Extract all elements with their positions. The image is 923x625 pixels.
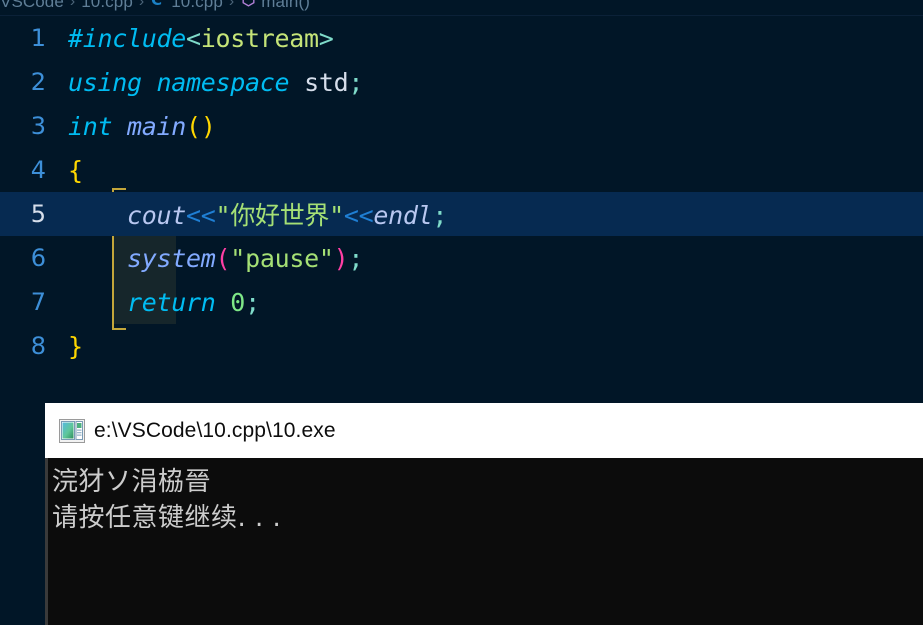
breadcrumb-item-symbol[interactable]: main() — [261, 0, 310, 12]
line-number: 6 — [30, 244, 46, 272]
code-line[interactable]: 8 } — [0, 324, 923, 368]
code-line[interactable]: 6 system("pause"); — [0, 236, 923, 280]
breadcrumb[interactable]: VSCode › 10.cpp › C 10.cpp › main() — [0, 0, 923, 16]
token-semicolon: ; — [348, 243, 364, 273]
token-header-name: iostream — [200, 23, 319, 53]
token-paren-close: ) — [200, 111, 216, 141]
breadcrumb-item-file[interactable]: 10.cpp — [171, 0, 223, 12]
breadcrumb-item-vscode[interactable]: VSCode — [0, 0, 64, 12]
console-window-icon — [59, 418, 85, 443]
token-brace-open: { — [68, 155, 83, 185]
code-line[interactable]: 3 int main() — [0, 104, 923, 148]
line-number: 2 — [30, 68, 46, 96]
token-include-directive: #include — [68, 23, 187, 53]
token-keyword-namespace: namespace — [156, 67, 290, 97]
console-title-bar[interactable]: e:\VSCode\10.cpp\10.exe — [45, 403, 923, 458]
code-lines: 1 #include<iostream> 2 using namespace s… — [0, 16, 923, 368]
code-line[interactable]: 7 return 0; — [0, 280, 923, 324]
method-symbol-icon — [240, 0, 257, 13]
token-variable-cout: cout — [127, 201, 187, 230]
token-keyword-using: using — [68, 67, 142, 97]
line-number: 1 — [30, 24, 46, 52]
token-identifier-std: std — [304, 67, 349, 97]
token-number-zero: 0 — [230, 287, 246, 317]
code-line-text: int main() — [68, 112, 216, 141]
code-line-text: #include<iostream> — [68, 24, 334, 53]
breadcrumb-separator: › — [69, 0, 76, 10]
token-quote-open: " — [215, 201, 231, 230]
line-number: 5 — [30, 200, 46, 228]
code-line[interactable]: 2 using namespace std; — [0, 60, 923, 104]
code-line-text: return 0; — [68, 288, 260, 317]
code-line[interactable]: 4 { — [0, 148, 923, 192]
svg-text:C: C — [151, 0, 162, 8]
token-angle-open: < — [186, 23, 201, 53]
code-line[interactable]: 1 #include<iostream> — [0, 16, 923, 60]
console-window[interactable]: e:\VSCode\10.cpp\10.exe 浣犲ソ涓栛晉 请按任意键继续. … — [45, 403, 923, 625]
token-semicolon: ; — [245, 287, 260, 317]
code-line-text: system("pause"); — [68, 244, 363, 273]
breadcrumb-separator: › — [138, 0, 145, 10]
line-number: 3 — [30, 112, 46, 140]
code-line-text: { — [68, 156, 83, 185]
c-file-icon: C — [150, 0, 167, 13]
token-semicolon: ; — [432, 201, 448, 230]
token-function-main: main — [127, 111, 187, 141]
code-line-text: cout<<"你好世界"<<endl; — [68, 196, 447, 232]
token-paren-open: ( — [186, 111, 201, 141]
code-line-text: } — [68, 332, 83, 361]
token-quote-close: " — [329, 201, 344, 230]
token-stream-operator: << — [343, 201, 374, 230]
token-quote-close: " — [318, 243, 334, 273]
token-string-hello: 你好世界 — [230, 201, 330, 230]
token-paren-close: ) — [333, 243, 349, 273]
code-line-active[interactable]: 5 cout<<"你好世界"<<endl; — [0, 192, 923, 236]
console-output-line: 浣犲ソ涓栛晉 — [52, 467, 212, 497]
console-output-area[interactable]: 浣犲ソ涓栛晉 请按任意键继续. . . — [45, 458, 923, 625]
token-string-pause: pause — [245, 243, 319, 273]
console-title-text: e:\VSCode\10.cpp\10.exe — [94, 418, 336, 442]
line-number: 7 — [30, 288, 46, 316]
token-brace-close: } — [68, 331, 83, 361]
console-output-line: 请按任意键继续. . . — [52, 503, 282, 533]
token-semicolon: ; — [348, 67, 364, 97]
token-keyword-int: int — [68, 111, 113, 141]
token-function-system: system — [127, 243, 216, 273]
token-variable-endl: endl — [373, 201, 433, 230]
token-paren-open: ( — [215, 243, 231, 273]
breadcrumb-separator: › — [228, 0, 235, 10]
code-line-text: using namespace std; — [68, 68, 363, 97]
breadcrumb-item-folder[interactable]: 10.cpp — [81, 0, 133, 12]
token-angle-close: > — [318, 23, 334, 53]
line-number: 4 — [30, 156, 46, 184]
token-keyword-return: return — [127, 287, 216, 317]
line-number: 8 — [30, 332, 46, 360]
token-quote-open: " — [230, 243, 246, 273]
token-stream-operator: << — [186, 201, 216, 230]
